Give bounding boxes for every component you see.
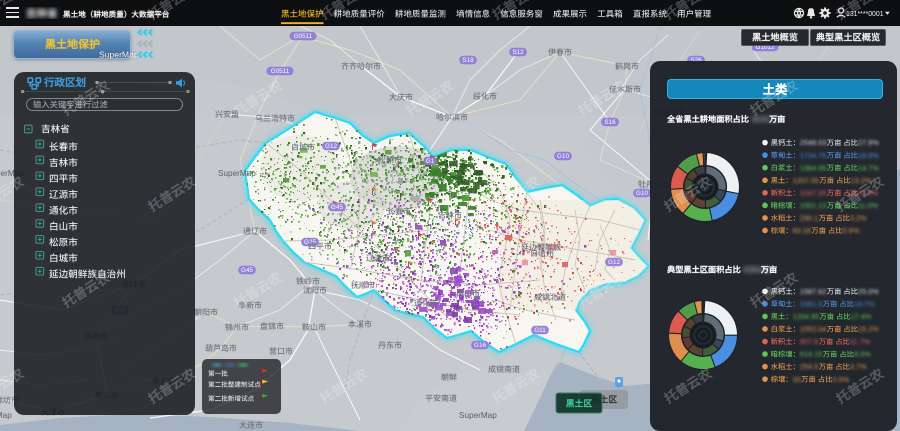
- svg-text:11.0%: 11.0%: [858, 201, 879, 210]
- svg-text:0.5%: 0.5%: [832, 375, 849, 384]
- svg-text:0.9%: 0.9%: [843, 226, 860, 235]
- svg-text:1587.62: 1587.62: [800, 287, 826, 296]
- svg-text:27.9%: 27.9%: [858, 138, 879, 147]
- svg-text:1052.04: 1052.04: [800, 325, 826, 334]
- svg-text:15.2%: 15.2%: [858, 325, 879, 334]
- svg-text:11.7%: 11.7%: [850, 337, 871, 346]
- svg-text:19.7%: 19.7%: [854, 299, 875, 308]
- svg-text:290.1: 290.1: [800, 214, 818, 223]
- svg-text:8.9%: 8.9%: [854, 350, 871, 359]
- svg-text:18.9%: 18.9%: [858, 151, 879, 160]
- svg-text:14.7%: 14.7%: [858, 163, 879, 172]
- svg-text:25.0%: 25.0%: [858, 287, 879, 296]
- svg-text:1204.95: 1204.95: [793, 312, 819, 321]
- svg-text:131****0001: 131****0001: [846, 11, 884, 18]
- svg-text:3.7%: 3.7%: [850, 362, 867, 371]
- svg-text:33: 33: [793, 375, 801, 384]
- svg-text:1061.3: 1061.3: [800, 299, 822, 308]
- svg-text:3.2%: 3.2%: [850, 214, 867, 223]
- svg-text:2548.03: 2548.03: [800, 138, 826, 147]
- svg-text:1207.55: 1207.55: [793, 176, 819, 185]
- svg-text:1734.76: 1734.76: [800, 151, 826, 160]
- svg-text:1047.35: 1047.35: [800, 188, 826, 197]
- svg-text:1001.13: 1001.13: [800, 201, 826, 210]
- svg-text:SuperMap: SuperMap: [99, 50, 139, 60]
- svg-text:254.5: 254.5: [800, 362, 818, 371]
- svg-text:1364.99: 1364.99: [800, 163, 826, 172]
- svg-text:83.16: 83.16: [793, 226, 811, 235]
- svg-text:614.15: 614.15: [800, 350, 822, 359]
- svg-text:13.2%: 13.2%: [851, 176, 872, 185]
- svg-text:807.8: 807.8: [800, 337, 818, 346]
- svg-text:17.4%: 17.4%: [851, 312, 872, 321]
